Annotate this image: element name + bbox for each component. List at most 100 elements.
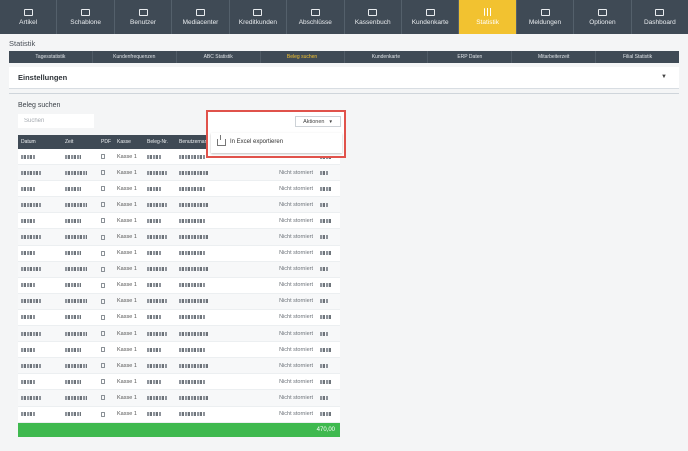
redacted-value: [21, 331, 41, 336]
column-header[interactable]: Kasse: [114, 135, 144, 149]
redacted-value: [65, 283, 81, 288]
pdf-icon[interactable]: [101, 170, 105, 176]
redacted-cell: [144, 294, 176, 309]
redacted-value: [147, 299, 167, 304]
nav-item-artikel[interactable]: Artikel: [0, 0, 58, 34]
tab-tagesstatistik[interactable]: Tagesstatistik: [9, 51, 93, 63]
kasse-cell: Kasse 1: [117, 411, 137, 418]
column-header[interactable]: Datum: [18, 135, 62, 149]
redacted-cell: [62, 149, 98, 164]
redacted-value: [65, 347, 81, 352]
table-row[interactable]: Kasse 1 Nicht storniert: [18, 197, 340, 214]
table-row[interactable]: Kasse 1 Nicht storniert: [18, 293, 340, 310]
pdf-icon[interactable]: [101, 186, 105, 192]
table-row[interactable]: Kasse 1 Nicht storniert: [18, 261, 340, 278]
status-cell: Nicht storniert: [279, 282, 313, 289]
tab-kundenfrequenzen[interactable]: Kundenfrequenzen: [93, 51, 177, 63]
redacted-value: [320, 299, 328, 304]
top-navigation: Artikel Schablone Benutzer Mediacenter Kredi…: [0, 0, 688, 34]
nav-item-kreditkunden[interactable]: Kreditkunden: [230, 0, 288, 34]
redacted-value: [320, 235, 328, 240]
column-header[interactable]: Zeit: [62, 135, 98, 149]
export-excel-menu-item[interactable]: In Excel exportieren: [217, 135, 283, 146]
pdf-icon[interactable]: [101, 266, 105, 272]
redacted-value: [320, 379, 332, 384]
actions-button[interactable]: Aktionen ▼: [295, 116, 341, 127]
tab-erp-daten[interactable]: ERP Daten: [428, 51, 513, 63]
table-row[interactable]: Kasse 1 Nicht storniert: [18, 181, 340, 198]
nav-item-mediacenter[interactable]: Mediacenter: [172, 0, 230, 34]
pdf-icon[interactable]: [101, 234, 105, 240]
redacted-cell: [62, 246, 98, 261]
pdf-icon[interactable]: [101, 202, 105, 208]
table-row[interactable]: Kasse 1 Nicht storniert: [18, 245, 340, 262]
table-row[interactable]: Kasse 1 Nicht storniert: [18, 326, 340, 343]
pdf-icon[interactable]: [101, 154, 105, 160]
tab-mitarbeiterzeit[interactable]: Mitarbeiterzeit: [512, 51, 597, 63]
chevron-down-icon[interactable]: ▼: [661, 74, 667, 80]
nav-item-meldungen[interactable]: Meldungen: [517, 0, 575, 34]
redacted-cell: [144, 165, 176, 180]
pdf-icon[interactable]: [101, 395, 105, 401]
nav-item-optionen[interactable]: Optionen: [574, 0, 632, 34]
redacted-cell: [18, 197, 62, 212]
table-row[interactable]: Kasse 1 Nicht storniert: [18, 309, 340, 327]
redacted-value: [147, 267, 167, 272]
receipts-table: Datum Zeit PDF Kasse Beleg-Nr. Benutzername K…: [18, 135, 340, 437]
pdf-icon[interactable]: [101, 314, 105, 320]
tab-filial-statistik[interactable]: Filial Statistik: [596, 51, 679, 63]
table-row[interactable]: Kasse 1 Nicht storniert: [18, 358, 340, 375]
pdf-icon[interactable]: [101, 250, 105, 256]
redacted-cell: [62, 390, 98, 405]
column-header[interactable]: Beleg-Nr.: [144, 135, 176, 149]
redacted-value: [320, 395, 328, 400]
redacted-cell: [144, 358, 176, 373]
nav-item-kundenkarte[interactable]: Kundenkarte: [402, 0, 460, 34]
redacted-cell: [317, 358, 340, 373]
nav-item-abschl-sse[interactable]: Abschlüsse: [287, 0, 345, 34]
redacted-cell: [176, 390, 245, 405]
table-row[interactable]: Kasse 1 Nicht storniert: [18, 213, 340, 230]
redacted-value: [179, 170, 209, 175]
actions-button-label: Aktionen: [303, 118, 325, 125]
settings-panel-header[interactable]: Einstellungen ▼: [9, 67, 679, 89]
nav-item-schablone[interactable]: Schablone: [57, 0, 115, 34]
pdf-icon[interactable]: [101, 331, 105, 337]
redacted-cell: [18, 342, 62, 357]
kasse-cell: Kasse 1: [117, 298, 137, 305]
table-row[interactable]: Kasse 1 Nicht storniert: [18, 229, 340, 246]
nav-item-kassenbuch[interactable]: Kassenbuch: [345, 0, 402, 34]
tab-abc-statistik[interactable]: ABC Statistik: [177, 51, 261, 63]
pdf-cell: [98, 197, 114, 212]
nav-item-statistik[interactable]: Statistik: [459, 0, 517, 34]
redacted-cell: [62, 229, 98, 244]
pdf-icon[interactable]: [101, 298, 105, 304]
pdf-icon[interactable]: [101, 282, 105, 288]
pdf-icon[interactable]: [101, 363, 105, 369]
redacted-value: [21, 395, 41, 400]
table-row[interactable]: Kasse 1 Nicht storniert: [18, 342, 340, 359]
pdf-icon[interactable]: [101, 347, 105, 353]
nav-item-benutzer[interactable]: Benutzer: [115, 0, 173, 34]
pdf-icon[interactable]: [101, 218, 105, 224]
table-row[interactable]: Kasse 1 Nicht storniert: [18, 165, 340, 182]
tab-beleg-suchen[interactable]: Beleg suchen: [261, 51, 345, 63]
nav-item-dashboard[interactable]: Dashboard: [632, 0, 688, 34]
column-header[interactable]: PDF: [98, 135, 114, 149]
redacted-cell: [62, 342, 98, 357]
table-row[interactable]: Kasse 1 Nicht storniert: [18, 374, 340, 391]
pdf-icon[interactable]: [101, 379, 105, 385]
table-row[interactable]: Kasse 1 Nicht storniert: [18, 406, 340, 423]
table-row[interactable]: Kasse 1 Nicht storniert: [18, 277, 340, 294]
pdf-icon[interactable]: [101, 411, 105, 417]
redacted-cell: [317, 246, 340, 261]
redacted-cell: [144, 181, 176, 196]
table-row[interactable]: Kasse 1 Nicht storniert: [18, 390, 340, 407]
redacted-cell: [176, 165, 245, 180]
search-input[interactable]: [18, 114, 94, 128]
redacted-value: [147, 331, 167, 336]
tab-kundenkarte[interactable]: Kundenkarte: [345, 51, 429, 63]
kasse-cell: Kasse 1: [117, 314, 137, 321]
redacted-value: [65, 299, 87, 304]
redacted-value: [179, 363, 209, 368]
